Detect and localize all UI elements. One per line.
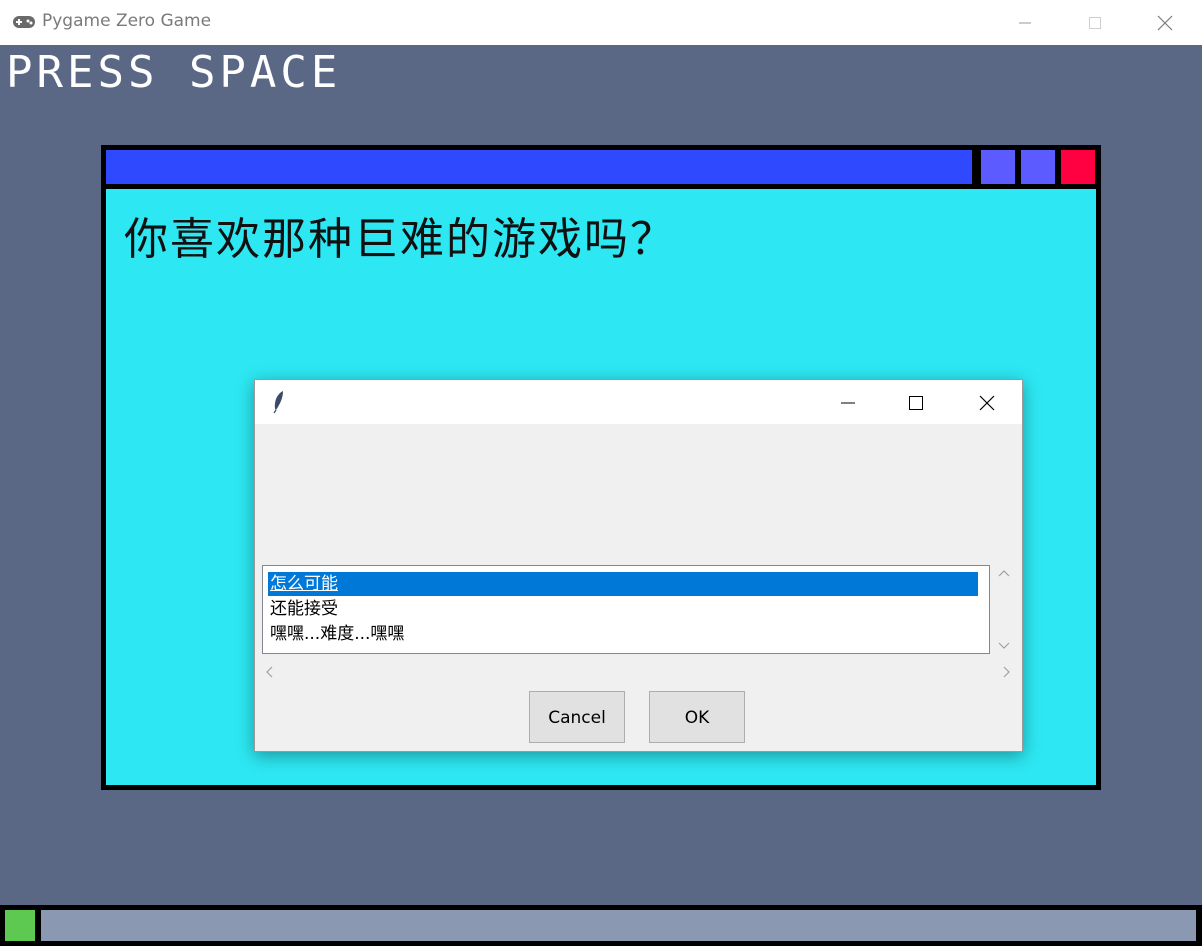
panel-maximize-button xyxy=(1021,150,1055,184)
list-item[interactable]: 还能接受 xyxy=(268,597,338,621)
cancel-button[interactable]: Cancel xyxy=(529,691,625,743)
scroll-up-icon xyxy=(998,570,1010,577)
scroll-left-icon xyxy=(266,666,273,678)
gamepad-icon xyxy=(13,16,35,28)
options-listbox[interactable]: 怎么可能 还能接受 嘿嘿...难度...嘿嘿 xyxy=(262,565,990,654)
progress-fill xyxy=(5,910,35,941)
panel-title-bar xyxy=(106,150,972,184)
ok-button[interactable]: OK xyxy=(649,691,745,743)
horizontal-scrollbar[interactable] xyxy=(262,662,1014,682)
panel-minimize-button xyxy=(981,150,1015,184)
choice-dialog: 怎么可能 还能接受 嘿嘿...难度...嘿嘿 Cancel OK xyxy=(254,379,1023,752)
question-text: 你喜欢那种巨难的游戏吗？ xyxy=(124,214,676,265)
press-space-hint: PRESS SPACE xyxy=(6,47,342,98)
dialog-close-icon[interactable] xyxy=(975,392,999,414)
vertical-scrollbar[interactable] xyxy=(995,565,1013,654)
close-icon[interactable] xyxy=(1150,8,1180,38)
panel-close-button xyxy=(1061,150,1095,184)
maximize-icon[interactable] xyxy=(1080,8,1110,38)
feather-icon xyxy=(273,391,283,414)
scroll-down-icon xyxy=(998,642,1010,649)
list-item[interactable]: 怎么可能 xyxy=(268,572,978,596)
minimize-icon[interactable] xyxy=(1010,8,1040,38)
scroll-right-icon xyxy=(1003,666,1010,678)
window-titlebar: Pygame Zero Game xyxy=(0,0,1202,45)
dialog-titlebar xyxy=(255,380,1022,424)
progress-track xyxy=(41,910,1196,941)
dialog-minimize-icon[interactable] xyxy=(836,392,860,414)
dialog-maximize-icon[interactable] xyxy=(904,392,928,414)
list-item[interactable]: 嘿嘿...难度...嘿嘿 xyxy=(268,622,404,646)
bottom-progress-bar xyxy=(0,905,1202,946)
window-title: Pygame Zero Game xyxy=(42,11,212,31)
